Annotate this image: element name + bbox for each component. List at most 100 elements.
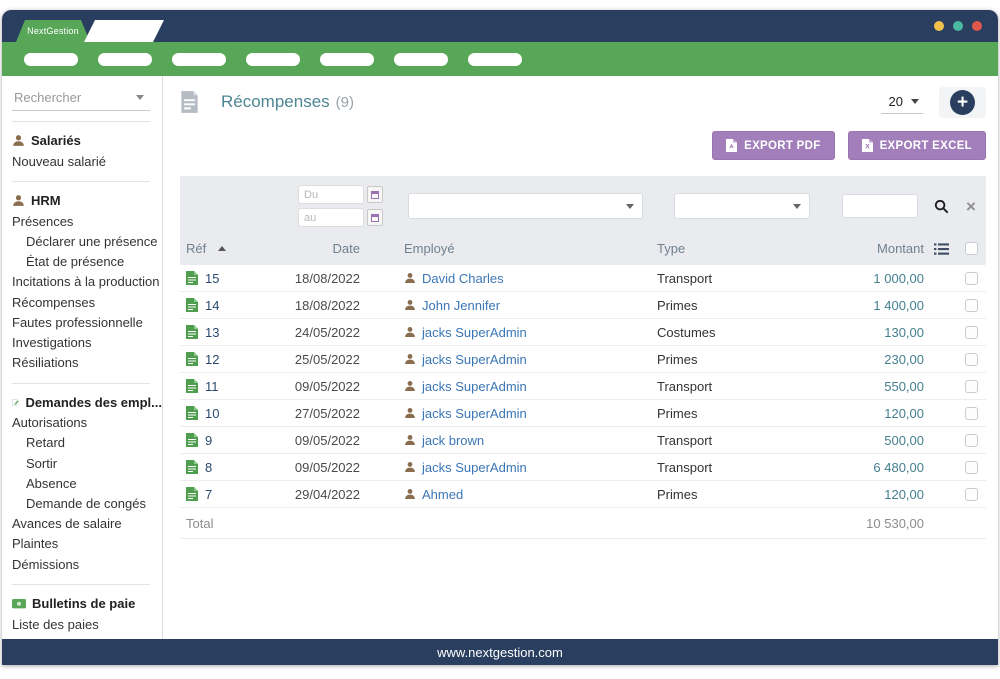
employee-link[interactable]: jacks SuperAdmin — [404, 406, 657, 421]
row-checkbox[interactable] — [965, 461, 978, 474]
window-maximize-dot[interactable] — [953, 21, 963, 31]
nav-placeholder-6[interactable] — [394, 53, 448, 66]
table-row[interactable]: 7 29/04/2022 Ahmed Primes 120,00 — [180, 481, 986, 508]
sidebar-item-plaintes[interactable]: Plaintes — [12, 534, 162, 554]
nav-placeholder-5[interactable] — [320, 53, 374, 66]
sidebar-item-liste-paies[interactable]: Liste des paies — [12, 614, 162, 634]
row-checkbox[interactable] — [965, 488, 978, 501]
item-label: État de présence — [26, 254, 124, 269]
sidebar-item-demande-conges[interactable]: Demande de congés — [12, 493, 162, 513]
employee-link[interactable]: jacks SuperAdmin — [404, 379, 657, 394]
sidebar-search-select[interactable]: Rechercher — [12, 86, 150, 111]
item-label: Fautes professionnelle — [12, 315, 143, 330]
main-navbar — [2, 42, 998, 76]
sidebar-item-demissions[interactable]: Démissions — [12, 554, 162, 574]
page-header: Récompenses (9) 20 + — [180, 86, 986, 118]
calendar-button[interactable] — [367, 186, 383, 203]
employee-link[interactable]: jacks SuperAdmin — [404, 352, 657, 367]
sidebar-item-absence[interactable]: Absence — [12, 473, 162, 493]
ref-link[interactable]: 14 — [205, 298, 219, 313]
employee-link[interactable]: jacks SuperAdmin — [404, 460, 657, 475]
nav-placeholder-2[interactable] — [98, 53, 152, 66]
employee-filter-select[interactable] — [408, 193, 643, 219]
row-checkbox[interactable] — [965, 380, 978, 393]
ref-link[interactable]: 15 — [205, 271, 219, 286]
nav-placeholder-7[interactable] — [468, 53, 522, 66]
search-icon[interactable] — [934, 199, 949, 214]
blank-tab[interactable] — [84, 20, 164, 42]
sidebar-item-fautes[interactable]: Fautes professionnelle — [12, 312, 162, 332]
ref-link[interactable]: 10 — [205, 406, 219, 421]
rewards-table: × Réf Date Employé Type Montant — [180, 176, 986, 539]
nav-placeholder-3[interactable] — [172, 53, 226, 66]
table-row[interactable]: 11 09/05/2022 jacks SuperAdmin Transport… — [180, 373, 986, 400]
table-row[interactable]: 13 24/05/2022 jacks SuperAdmin Costumes … — [180, 319, 986, 346]
person-icon — [404, 353, 416, 365]
sidebar-section-salaries[interactable]: Salariés — [12, 131, 162, 151]
ref-link[interactable]: 7 — [205, 487, 212, 502]
sidebar-item-autorisations[interactable]: Autorisations — [12, 413, 162, 433]
sidebar-item-nouveau-salarie[interactable]: Nouveau salarié — [12, 151, 162, 171]
sidebar-item-etat-presence[interactable]: État de présence — [12, 252, 162, 272]
header-date[interactable]: Date — [292, 241, 404, 256]
row-checkbox[interactable] — [965, 353, 978, 366]
sidebar-item-resiliations[interactable]: Résiliations — [12, 353, 162, 373]
amount-filter-input[interactable] — [842, 194, 918, 218]
header-employee[interactable]: Employé — [404, 241, 657, 256]
employee-link[interactable]: John Jennifer — [404, 298, 657, 313]
row-checkbox[interactable] — [965, 299, 978, 312]
sidebar-section-bulletins[interactable]: Bulletins de paie — [12, 594, 162, 614]
table-row[interactable]: 9 09/05/2022 jack brown Transport 500,00 — [180, 427, 986, 454]
date-cell: 29/04/2022 — [292, 487, 404, 502]
export-excel-button[interactable]: EXPORT EXCEL — [848, 131, 986, 160]
nav-placeholder-1[interactable] — [24, 53, 78, 66]
employee-link[interactable]: Ahmed — [404, 487, 657, 502]
table-row[interactable]: 8 09/05/2022 jacks SuperAdmin Transport … — [180, 454, 986, 481]
sidebar-item-investigations[interactable]: Investigations — [12, 332, 162, 352]
clear-filters-icon[interactable]: × — [966, 198, 976, 215]
table-row[interactable]: 14 18/08/2022 John Jennifer Primes 1 400… — [180, 292, 986, 319]
row-checkbox[interactable] — [965, 326, 978, 339]
header-ref[interactable]: Réf — [180, 241, 292, 256]
sidebar-item-recompenses[interactable]: Récompenses — [12, 292, 162, 312]
table-row[interactable]: 10 27/05/2022 jacks SuperAdmin Primes 12… — [180, 400, 986, 427]
header-amount[interactable]: Montant — [842, 241, 926, 256]
employee-link[interactable]: David Charles — [404, 271, 657, 286]
header-type[interactable]: Type — [657, 241, 842, 256]
list-columns-icon[interactable] — [934, 243, 949, 255]
record-file-icon — [186, 460, 198, 474]
record-file-icon — [186, 487, 198, 501]
type-filter-select[interactable] — [674, 193, 810, 219]
ref-link[interactable]: 12 — [205, 352, 219, 367]
sidebar-item-declarer-presence[interactable]: Déclarer une présence — [12, 231, 162, 251]
sidebar-section-demandes[interactable]: Demandes des empl... — [12, 393, 162, 413]
sidebar-item-retard[interactable]: Retard — [12, 433, 162, 453]
sidebar-item-avances-salaire[interactable]: Avances de salaire — [12, 514, 162, 534]
window-minimize-dot[interactable] — [934, 21, 944, 31]
employee-link[interactable]: jacks SuperAdmin — [404, 325, 657, 340]
ref-link[interactable]: 13 — [205, 325, 219, 340]
date-from-input[interactable] — [298, 185, 364, 204]
sidebar-item-presences[interactable]: Présences — [12, 211, 162, 231]
sidebar-section-hrm[interactable]: HRM — [12, 191, 162, 211]
table-row[interactable]: 15 18/08/2022 David Charles Transport 1 … — [180, 265, 986, 292]
add-record-button[interactable]: + — [950, 90, 975, 115]
row-checkbox[interactable] — [965, 434, 978, 447]
sidebar-item-incitations[interactable]: Incitations à la production — [12, 272, 162, 292]
nav-placeholder-4[interactable] — [246, 53, 300, 66]
date-to-input[interactable] — [298, 208, 364, 227]
ref-link[interactable]: 9 — [205, 433, 212, 448]
row-checkbox[interactable] — [965, 272, 978, 285]
ref-link[interactable]: 8 — [205, 460, 212, 475]
employee-link[interactable]: jack brown — [404, 433, 657, 448]
calendar-button[interactable] — [367, 209, 383, 226]
brand-tab[interactable]: NextGestion — [16, 20, 90, 42]
select-all-checkbox[interactable] — [965, 242, 978, 255]
export-pdf-button[interactable]: EXPORT PDF — [712, 131, 834, 160]
ref-link[interactable]: 11 — [205, 379, 219, 394]
row-checkbox[interactable] — [965, 407, 978, 420]
table-row[interactable]: 12 25/05/2022 jacks SuperAdmin Primes 23… — [180, 346, 986, 373]
sidebar-item-sortir[interactable]: Sortir — [12, 453, 162, 473]
window-close-dot[interactable] — [972, 21, 982, 31]
page-size-select[interactable]: 20 — [881, 91, 923, 114]
